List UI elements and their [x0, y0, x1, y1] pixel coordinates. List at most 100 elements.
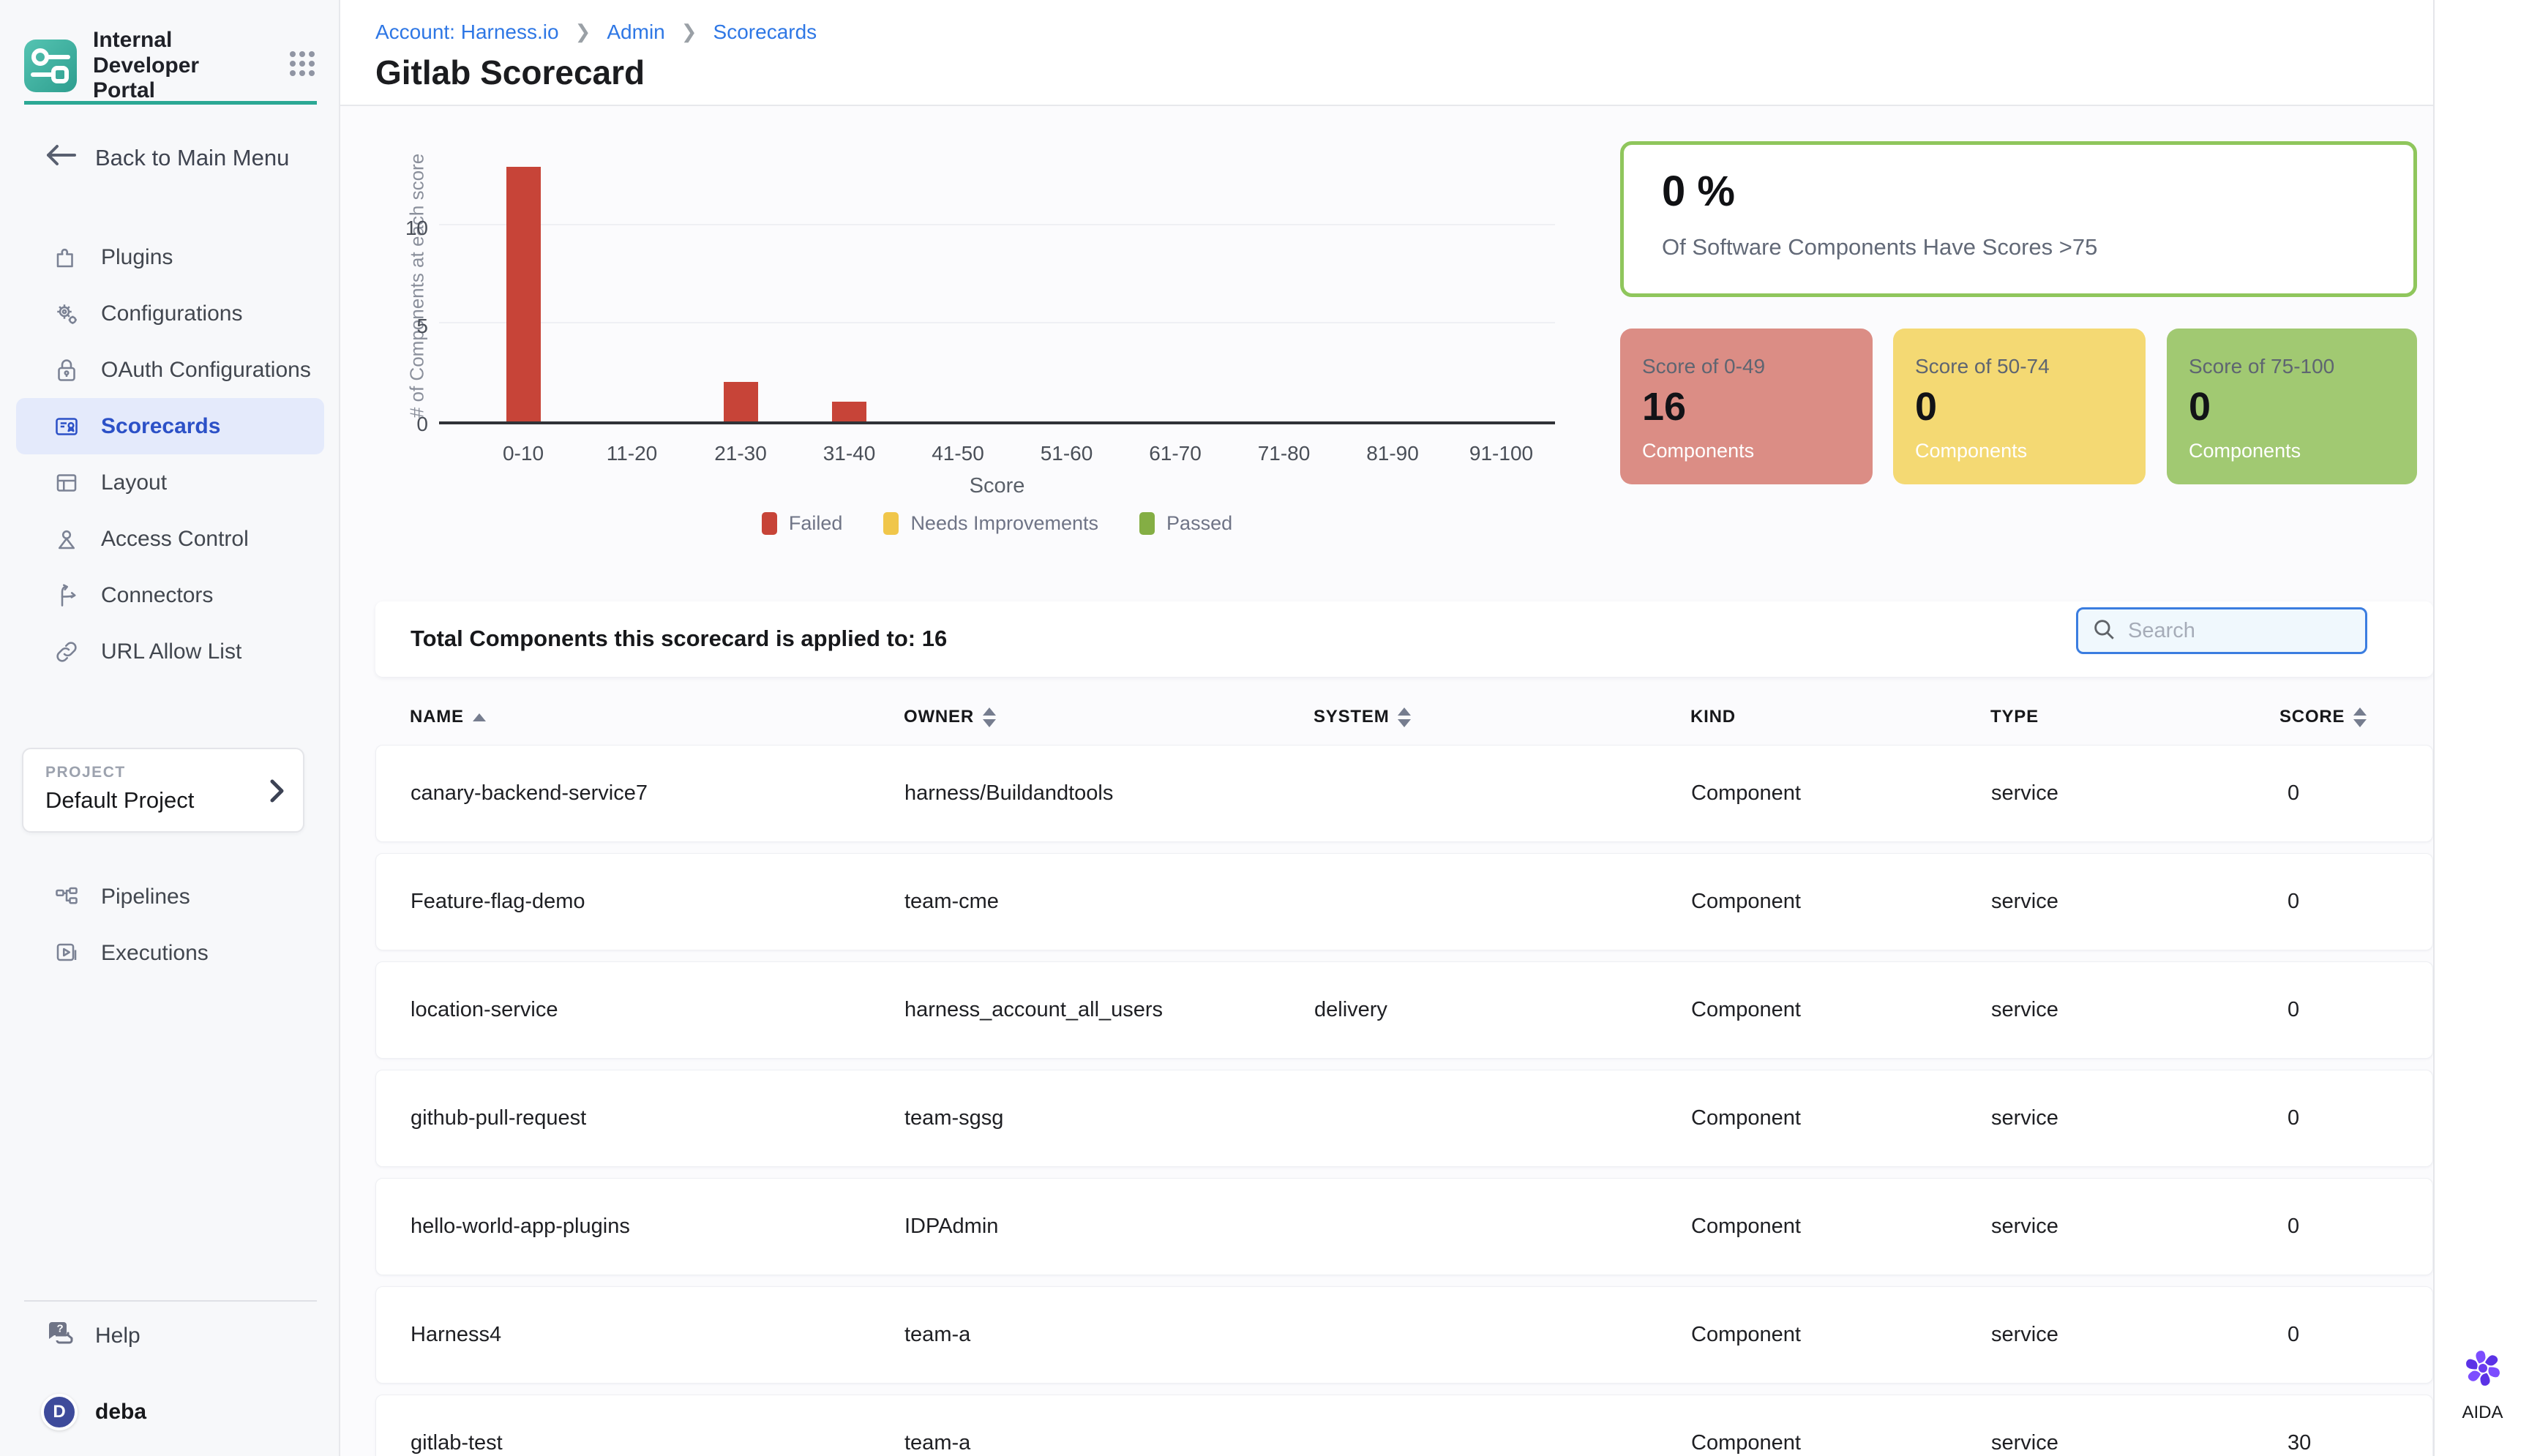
help-label: Help [95, 1324, 140, 1348]
x-tick-label: 71-80 [1229, 442, 1339, 465]
project-selector[interactable]: PROJECT Default Project [22, 748, 304, 833]
table-row[interactable]: location-service harness_account_all_use… [375, 961, 2433, 1059]
cell-kind: Component [1691, 1215, 1991, 1239]
play-box-icon [53, 940, 80, 967]
aida-widget[interactable]: AIDA [2435, 1345, 2529, 1423]
percent-value: 0 % [1662, 167, 1735, 216]
primary-nav: Plugins Configurations [16, 229, 324, 680]
sidebar-item-label: Access Control [101, 527, 249, 552]
breadcrumb-account-link[interactable]: Account: Harness.io [375, 20, 559, 44]
avatar: D [41, 1394, 78, 1430]
sidebar-item-label: Connectors [101, 583, 213, 608]
cell-owner: team-a [904, 1323, 1314, 1347]
column-header-score[interactable]: SCORE [2279, 707, 2433, 727]
chevron-right-icon [266, 777, 287, 808]
column-header-type[interactable]: TYPE [1990, 707, 2279, 727]
sidebar-item-url-allow-list[interactable]: URL Allow List [16, 623, 324, 680]
cell-name: Feature-flag-demo [411, 890, 904, 914]
arrow-left-icon [44, 143, 76, 173]
search-box[interactable] [2076, 607, 2367, 654]
table-row[interactable]: github-pull-request team-sgsg Component … [375, 1070, 2433, 1167]
sidebar-item-plugins[interactable]: Plugins [16, 229, 324, 285]
score-card-title: Score of 0-49 [1642, 355, 1765, 378]
sidebar-item-scorecards[interactable]: Scorecards [16, 398, 324, 454]
pipelines-icon [53, 884, 80, 910]
cell-name: canary-backend-service7 [411, 781, 904, 806]
bar-21-30 [724, 382, 758, 421]
legend-swatch-needs-improvements [883, 512, 899, 535]
cell-type: service [1991, 1431, 2280, 1455]
sidebar-item-label: Executions [101, 941, 209, 966]
score-card-value: 16 [1642, 384, 1686, 429]
cell-type: service [1991, 1106, 2280, 1130]
help-button[interactable]: ? Help [44, 1317, 140, 1355]
back-to-main-menu[interactable]: Back to Main Menu [44, 143, 289, 173]
secondary-nav: Pipelines Executions [16, 868, 324, 981]
user-name: deba [95, 1400, 146, 1425]
idp-logo-icon [24, 40, 77, 92]
breadcrumb: Account: Harness.io ❯ Admin ❯ Scorecards [375, 20, 817, 44]
x-tick-label: 61-70 [1120, 442, 1230, 465]
column-header-system[interactable]: SYSTEM [1314, 707, 1690, 727]
user-menu[interactable]: D deba [41, 1394, 146, 1430]
score-card-0-49: Score of 0-49 16 Components [1620, 329, 1873, 484]
cell-owner: harness/Buildandtools [904, 781, 1314, 806]
help-chat-icon: ? [44, 1316, 78, 1356]
table-row[interactable]: gitlab-test team-a Component service 30 [375, 1395, 2433, 1456]
column-label: TYPE [1990, 707, 2039, 727]
chart-x-axis-label: Score [439, 474, 1555, 498]
x-tick-label: 0-10 [468, 442, 578, 465]
table-row[interactable]: Harness4 team-a Component service 0 [375, 1286, 2433, 1384]
search-input[interactable] [2128, 619, 2404, 643]
app-grid-icon[interactable] [288, 49, 317, 82]
sort-icon [1398, 708, 1411, 727]
scorecard-icon [53, 413, 80, 440]
sidebar-item-label: URL Allow List [101, 639, 241, 664]
cell-type: service [1991, 890, 2280, 914]
lock-icon [53, 357, 80, 383]
sidebar-item-label: Pipelines [101, 885, 190, 909]
sidebar-item-pipelines[interactable]: Pipelines [16, 868, 324, 925]
aida-label: AIDA [2435, 1403, 2529, 1423]
percent-summary-card: 0 % Of Software Components Have Scores >… [1620, 141, 2417, 297]
legend-swatch-failed [762, 512, 777, 535]
cell-name: location-service [411, 998, 904, 1022]
column-label: SYSTEM [1314, 707, 1389, 727]
sidebar-item-configurations[interactable]: Configurations [16, 285, 324, 342]
column-header-name[interactable]: NAME [410, 707, 904, 727]
column-header-owner[interactable]: OWNER [904, 707, 1314, 727]
table-row[interactable]: hello-world-app-plugins IDPAdmin Compone… [375, 1178, 2433, 1275]
cell-score: 0 [2280, 1215, 2432, 1239]
x-tick-label: 31-40 [795, 442, 904, 465]
layout-icon [53, 470, 80, 496]
cell-score: 0 [2280, 781, 2432, 806]
sidebar-item-layout[interactable]: Layout [16, 454, 324, 511]
aida-flower-icon [2459, 1345, 2506, 1392]
x-tick-label: 51-60 [1012, 442, 1122, 465]
page-title: Gitlab Scorecard [375, 53, 645, 92]
sort-icon [2353, 708, 2367, 727]
sidebar-item-executions[interactable]: Executions [16, 925, 324, 981]
right-strip: AIDA [2433, 0, 2529, 1456]
cell-type: service [1991, 998, 2280, 1022]
table-row[interactable]: Feature-flag-demo team-cme Component ser… [375, 853, 2433, 950]
project-label: PROJECT [45, 764, 126, 781]
score-card-caption: Components [1915, 440, 2027, 462]
sidebar-item-oauth-configurations[interactable]: OAuth Configurations [16, 342, 324, 398]
sidebar-item-connectors[interactable]: Connectors [16, 567, 324, 623]
column-header-kind[interactable]: KIND [1690, 707, 1990, 727]
sidebar-item-access-control[interactable]: Access Control [16, 511, 324, 567]
breadcrumb-scorecards-link[interactable]: Scorecards [713, 20, 817, 44]
sidebar-item-label: Scorecards [101, 414, 220, 439]
cell-system: delivery [1314, 998, 1691, 1022]
cell-kind: Component [1691, 781, 1991, 806]
link-icon [53, 639, 80, 665]
main-content: Account: Harness.io ❯ Admin ❯ Scorecards… [340, 0, 2433, 1456]
breadcrumb-admin-link[interactable]: Admin [607, 20, 664, 44]
cell-kind: Component [1691, 1323, 1991, 1347]
cell-score: 30 [2280, 1431, 2432, 1455]
legend-item-failed: Failed [762, 512, 843, 535]
table-row[interactable]: canary-backend-service7 harness/Buildand… [375, 745, 2433, 842]
gridline [439, 322, 1555, 323]
chart-y-ticks: 0510 [370, 139, 428, 424]
